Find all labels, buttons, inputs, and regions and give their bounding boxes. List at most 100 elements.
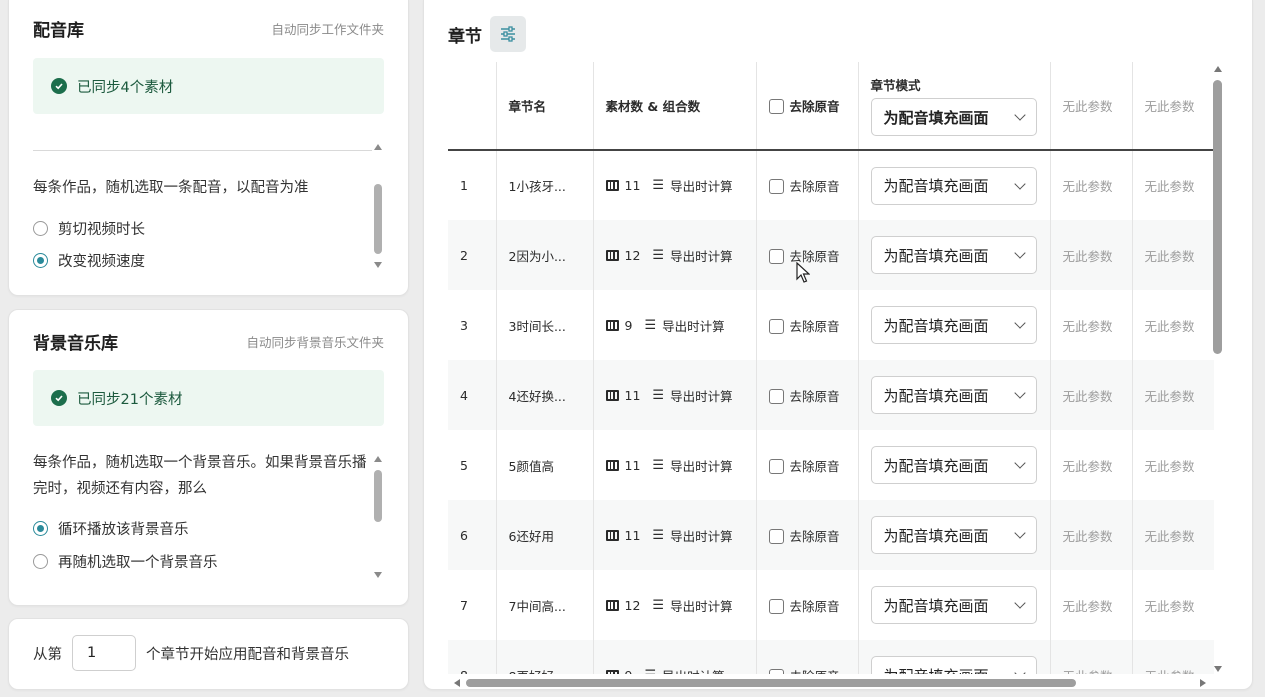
- row-mode-cell: 为配音填充画面: [858, 150, 1051, 220]
- col-remove-audio[interactable]: 去除原音: [756, 62, 859, 151]
- scroll-left-icon[interactable]: [454, 679, 460, 687]
- scroll-up-icon[interactable]: [374, 144, 382, 150]
- row-name[interactable]: 3时间长...: [496, 290, 594, 360]
- sliders-icon[interactable]: [499, 26, 517, 42]
- radio-loop-music[interactable]: 循环播放该背景音乐: [33, 518, 189, 539]
- remove-audio-label: 去除原音: [790, 669, 840, 675]
- scroll-up-icon[interactable]: [1214, 66, 1222, 72]
- chapters-table-wrap: 章节名 素材数 & 组合数 去除原音 章节模式 为配音填充画面 无此参数 无此参…: [448, 62, 1214, 674]
- film-icon: [605, 389, 619, 401]
- row-remove-audio[interactable]: 去除原音: [756, 290, 859, 360]
- mode-select[interactable]: 为配音填充画面: [870, 236, 1037, 274]
- row-name[interactable]: 7中间高...: [496, 570, 594, 640]
- remove-audio-checkbox[interactable]: [768, 248, 784, 264]
- chevron-down-icon: [1013, 247, 1026, 259]
- chevron-down-icon: [1013, 387, 1026, 399]
- mode-select[interactable]: 为配音填充画面: [870, 306, 1037, 344]
- row-remove-audio[interactable]: 去除原音: [756, 430, 859, 500]
- remove-audio-all-checkbox[interactable]: [768, 99, 784, 114]
- row-name[interactable]: 1小孩牙...: [496, 150, 594, 220]
- remove-audio-checkbox[interactable]: [768, 179, 784, 194]
- row-index: 8: [448, 640, 497, 674]
- row-remove-audio[interactable]: 去除原音: [756, 570, 859, 640]
- chevron-down-icon: [1013, 317, 1026, 329]
- row-name[interactable]: 4还好换...: [496, 360, 594, 430]
- radio-icon[interactable]: [33, 554, 48, 569]
- mode-select[interactable]: 为配音填充画面: [870, 586, 1037, 624]
- scroll-down-icon[interactable]: [374, 572, 382, 578]
- chevron-down-icon: [1013, 667, 1026, 674]
- remove-audio-checkbox[interactable]: [768, 528, 784, 544]
- row-name[interactable]: 5颜值高: [496, 430, 594, 500]
- radio-random-music[interactable]: 再随机选取一个背景音乐: [33, 551, 218, 572]
- layers-icon: ☰: [652, 597, 665, 613]
- scroll-right-icon[interactable]: [1200, 679, 1206, 687]
- music-sync-text: 已同步21个素材: [77, 391, 183, 408]
- radio-change-speed[interactable]: 改变视频速度: [33, 250, 145, 271]
- row-count-cell: 12 ☰ 导出时计算: [593, 570, 757, 640]
- scroll-thumb[interactable]: [466, 679, 1076, 687]
- mode-select[interactable]: 为配音填充画面: [870, 656, 1037, 674]
- remove-audio-checkbox[interactable]: [768, 458, 784, 474]
- mode-value: 为配音填充画面: [883, 526, 989, 545]
- row-remove-audio[interactable]: 去除原音: [756, 150, 859, 220]
- mode-select[interactable]: 为配音填充画面: [870, 376, 1037, 414]
- row-name[interactable]: 6还好用: [496, 500, 594, 570]
- row-param-1: 无此参数: [1050, 570, 1133, 640]
- layers-icon: ☰: [644, 317, 657, 333]
- radio-selected-icon[interactable]: [33, 521, 48, 536]
- scroll-down-icon[interactable]: [1214, 666, 1222, 672]
- mode-value: 为配音填充画面: [883, 177, 989, 195]
- row-remove-audio[interactable]: 去除原音: [756, 500, 859, 570]
- table-row[interactable]: 3 3时间长... 9 ☰ 导出时计算 去除原音 为配音填充画面 无此参数 无此参数: [448, 290, 1214, 360]
- table-row[interactable]: 2 2因为小... 12 ☰ 导出时计算 去除原音 为配音填充画面 无此参数 无此参数: [448, 220, 1214, 290]
- scroll-thumb[interactable]: [374, 470, 382, 522]
- table-horizontal-scrollbar[interactable]: [454, 678, 1206, 688]
- music-library-hint: 自动同步背景音乐文件夹: [246, 334, 384, 350]
- radio-label: 改变视频速度: [58, 254, 145, 270]
- start-chapter-input[interactable]: [72, 635, 136, 671]
- remove-audio-checkbox[interactable]: [768, 318, 784, 334]
- table-row[interactable]: 7 7中间高... 12 ☰ 导出时计算 去除原音 为配音填充画面 无此参数 无此参数: [448, 570, 1214, 640]
- scroll-thumb[interactable]: [1213, 80, 1222, 354]
- table-row[interactable]: 5 5颜值高 11 ☰ 导出时计算 去除原音 为配音填充画面 无此参数 无此参数: [448, 430, 1214, 500]
- row-name[interactable]: 8再好好...: [496, 640, 594, 674]
- row-mode-cell: 为配音填充画面: [858, 220, 1051, 290]
- radio-icon[interactable]: [33, 221, 48, 236]
- col-param-2: 无此参数: [1132, 62, 1214, 151]
- voice-library-header: 配音库 自动同步工作文件夹: [33, 16, 384, 41]
- scroll-thumb[interactable]: [374, 184, 382, 254]
- table-row[interactable]: 1 1小孩牙... 11 ☰ 导出时计算 去除原音 为配音填充画面 无此参数 无此参数: [448, 150, 1214, 220]
- table-row[interactable]: 4 4还好换... 11 ☰ 导出时计算 去除原音 为配音填充画面 无此参数 无此参数: [448, 360, 1214, 430]
- voice-library-title: 配音库: [33, 20, 84, 41]
- remove-audio-checkbox[interactable]: [768, 388, 784, 404]
- table-row[interactable]: 88再好好... 9 ☰ 导出时计算 去除原音 为配音填充画面 无此参数无此参数: [448, 640, 1214, 674]
- row-remove-audio[interactable]: 去除原音: [756, 360, 859, 430]
- row-index: 4: [448, 360, 497, 430]
- filter-button[interactable]: [490, 16, 526, 52]
- radio-cut-duration[interactable]: 剪切视频时长: [33, 218, 145, 239]
- row-param-1: 无此参数: [1050, 360, 1133, 430]
- mode-select[interactable]: 为配音填充画面: [870, 446, 1037, 484]
- music-sync-status: 已同步21个素材: [33, 370, 384, 426]
- row-name[interactable]: 2因为小...: [496, 220, 594, 290]
- col-mode: 章节模式 为配音填充画面: [858, 62, 1051, 151]
- mode-select[interactable]: 为配音填充画面: [870, 516, 1037, 554]
- row-param-2: 无此参数: [1132, 640, 1214, 674]
- table-row[interactable]: 6 6还好用 11 ☰ 导出时计算 去除原音 为配音填充画面 无此参数 无此参数: [448, 500, 1214, 570]
- row-index: 6: [448, 500, 497, 570]
- mode-select[interactable]: 为配音填充画面: [870, 166, 1037, 205]
- scroll-up-icon[interactable]: [374, 456, 382, 462]
- table-vertical-scrollbar[interactable]: [1212, 66, 1224, 672]
- row-mode-cell: 为配音填充画面: [858, 570, 1051, 640]
- mode-all-select[interactable]: 为配音填充画面: [870, 98, 1037, 136]
- remove-audio-checkbox[interactable]: [768, 668, 784, 674]
- row-combo: 导出时计算: [670, 248, 733, 264]
- row-combo: 导出时计算: [670, 179, 733, 194]
- row-remove-audio[interactable]: 去除原音: [756, 640, 859, 675]
- voice-scrollbar[interactable]: [373, 144, 383, 268]
- scroll-down-icon[interactable]: [374, 262, 382, 268]
- radio-selected-icon[interactable]: [33, 253, 48, 268]
- remove-audio-checkbox[interactable]: [768, 598, 784, 614]
- music-scrollbar[interactable]: [373, 456, 383, 578]
